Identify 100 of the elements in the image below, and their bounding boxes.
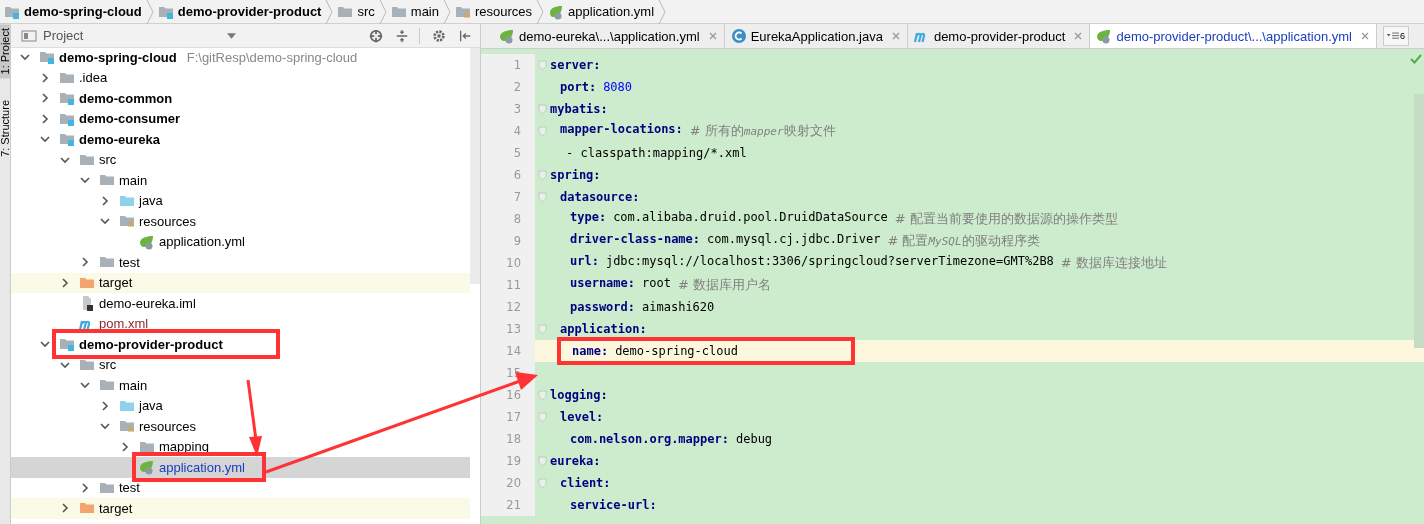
fold-marker-icon[interactable] <box>538 477 547 489</box>
yaml-value: demo-spring-cloud <box>615 344 738 358</box>
fold-marker-icon[interactable] <box>538 59 547 71</box>
close-icon[interactable] <box>1360 31 1370 41</box>
tree-item[interactable]: java <box>139 398 163 414</box>
scrollbar[interactable] <box>1414 94 1424 348</box>
resources-folder-icon <box>119 213 135 230</box>
editor-tab[interactable]: demo-provider-product\...\application.yml <box>1090 24 1377 48</box>
project-view-icon <box>21 27 37 44</box>
chevron-right-icon[interactable] <box>39 112 51 125</box>
module-folder-icon <box>59 90 75 107</box>
chevron-separator-icon <box>145 0 154 24</box>
breadcrumb-item[interactable]: demo-provider-product <box>153 0 334 24</box>
list-icon <box>1387 31 1399 41</box>
tree-item[interactable]: src <box>99 357 117 373</box>
chevron-right-icon[interactable] <box>79 256 91 269</box>
dropdown-caret-icon[interactable] <box>227 32 237 39</box>
code-comment: # 数据库连接地址 <box>1060 254 1167 272</box>
tree-item[interactable]: demo-eureka <box>79 131 160 147</box>
tree-item[interactable]: test <box>119 480 140 496</box>
tab-overflow-button[interactable]: 6 <box>1383 26 1409 46</box>
module-folder-icon <box>39 49 55 66</box>
line-number: 19 <box>481 450 535 472</box>
tree-item[interactable]: demo-spring-cloud <box>59 49 177 65</box>
fold-marker-icon[interactable] <box>538 455 547 467</box>
chevron-separator-icon <box>536 0 545 24</box>
hide-panel-icon[interactable] <box>458 28 472 43</box>
yaml-key: port: <box>560 80 597 94</box>
line-number: 1 <box>481 54 535 76</box>
chevron-right-icon[interactable] <box>99 399 111 412</box>
yaml-value: 8080 <box>603 80 633 94</box>
panel-title[interactable]: Project <box>43 28 84 43</box>
tree-item[interactable]: demo-consumer <box>79 111 181 127</box>
yaml-key: level: <box>560 410 604 424</box>
scrollbar[interactable] <box>470 48 480 284</box>
leaf-file-icon <box>1096 28 1113 44</box>
breadcrumb-item[interactable]: application.yml <box>544 0 667 24</box>
line-number: 14 <box>481 340 535 362</box>
tree-item[interactable]: pom.xml <box>99 316 149 332</box>
chevron-right-icon[interactable] <box>39 71 51 84</box>
chevron-right-icon[interactable] <box>59 276 71 289</box>
yaml-key: service-url: <box>570 498 657 512</box>
breadcrumb-item[interactable]: resources <box>451 0 545 24</box>
tree-item[interactable]: test <box>119 254 140 270</box>
yaml-key: type: <box>570 210 607 228</box>
collapse-icon[interactable] <box>395 28 409 43</box>
locate-icon[interactable] <box>369 28 383 43</box>
breadcrumb-item[interactable]: src <box>333 0 387 24</box>
line-number: 9 <box>481 230 535 252</box>
leaf-file-icon <box>139 459 155 476</box>
yaml-key: com.nelson.org.mapper: <box>570 432 729 446</box>
leaf-file-icon <box>548 3 565 20</box>
code-comment: # 所有的mapper映射文件 <box>689 122 836 140</box>
code-comment: # 配置当前要使用的数据源的操作类型 <box>894 210 1118 228</box>
tree-item[interactable]: demo-provider-product <box>79 336 223 352</box>
tree-item[interactable]: demo-common <box>79 90 173 106</box>
yaml-key: driver-class-name: <box>570 232 701 250</box>
tree-item[interactable]: demo-eureka.iml <box>99 295 196 311</box>
settings-icon[interactable] <box>432 28 446 43</box>
fold-marker-icon[interactable] <box>538 191 547 203</box>
chevron-right-icon[interactable] <box>119 440 131 453</box>
chevron-right-icon[interactable] <box>79 481 91 494</box>
fold-marker-icon[interactable] <box>538 103 547 115</box>
chevron-separator-icon <box>325 0 334 24</box>
tree-item[interactable]: application.yml <box>159 234 245 250</box>
tree-item[interactable]: main <box>119 172 148 188</box>
breadcrumb-item[interactable]: demo-spring-cloud <box>0 0 154 24</box>
editor-tab[interactable]: demo-eureka\...\application.yml <box>493 24 725 48</box>
tree-item[interactable]: target <box>99 500 133 516</box>
breadcrumb-item[interactable]: main <box>386 0 451 24</box>
fold-marker-icon[interactable] <box>538 389 547 401</box>
editor-tab[interactable]: EurekaApplication.java <box>724 24 908 48</box>
line-number: 10 <box>481 252 535 274</box>
chevron-separator-icon <box>443 0 451 24</box>
tree-item[interactable]: java <box>139 193 163 209</box>
line-number: 17 <box>481 406 535 428</box>
tree-item[interactable]: target <box>99 275 133 291</box>
module-folder-icon <box>59 131 75 148</box>
tree-item[interactable]: src <box>99 152 117 168</box>
code-comment: # 数据库用户名 <box>677 276 771 294</box>
line-number: 6 <box>481 164 535 186</box>
tree-item[interactable]: resources <box>139 418 197 434</box>
yaml-value: jdbc:mysql://localhost:3306/springcloud?serverTimezone=GMT%2B8 <box>605 254 1054 270</box>
fold-marker-icon[interactable] <box>538 323 547 335</box>
fold-marker-icon[interactable] <box>538 169 547 181</box>
fold-marker-icon[interactable] <box>538 125 547 137</box>
tree-item[interactable]: .idea <box>79 70 108 86</box>
tree-item[interactable]: application.yml <box>159 459 245 475</box>
chevron-right-icon[interactable] <box>39 92 51 105</box>
yaml-key: logging: <box>550 388 608 402</box>
tree-item[interactable]: resources <box>139 213 197 229</box>
chevron-right-icon[interactable] <box>99 194 111 207</box>
yaml-key: eureka: <box>550 454 601 468</box>
class-icon <box>730 28 747 44</box>
yaml-key: mapper-locations: <box>560 122 683 140</box>
chevron-right-icon[interactable] <box>59 502 71 515</box>
line-number: 4 <box>481 120 535 142</box>
yaml-key: mybatis: <box>550 102 608 116</box>
tree-item[interactable]: main <box>119 377 148 393</box>
fold-marker-icon[interactable] <box>538 411 547 423</box>
